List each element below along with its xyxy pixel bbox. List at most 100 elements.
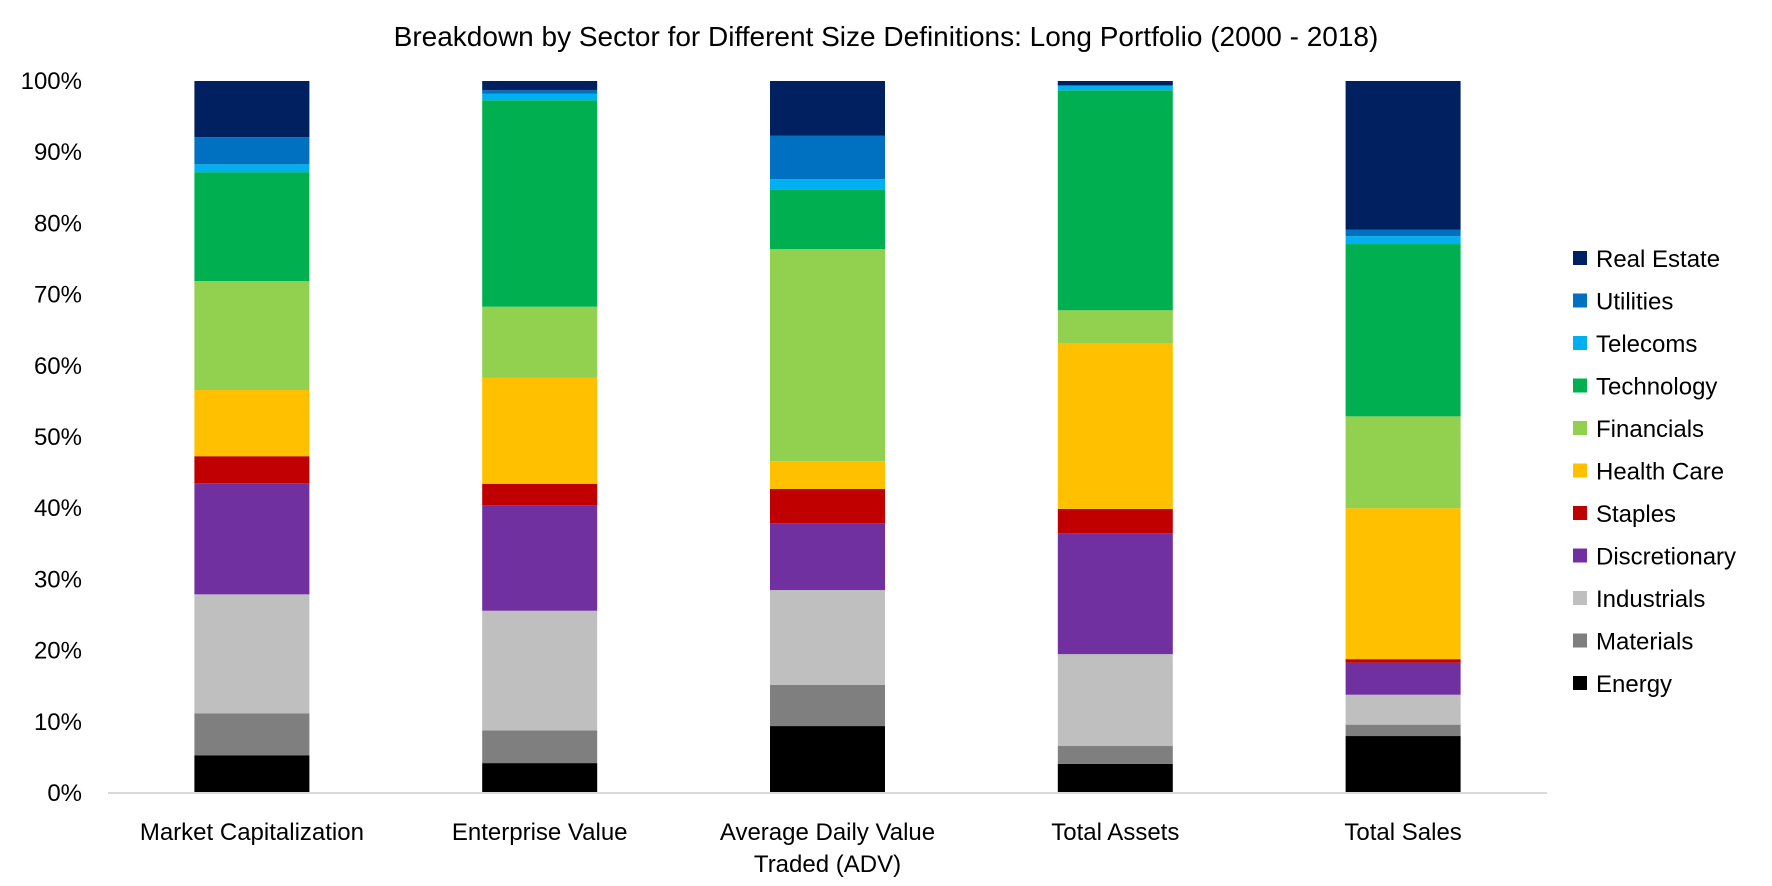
bar-segment-materials [482, 730, 598, 764]
bar-segment-financials [194, 281, 310, 391]
bar-segment-health-care [1345, 508, 1461, 660]
bar-segment-materials [1345, 724, 1461, 737]
legend-swatch [1573, 421, 1587, 435]
legend-label: Discretionary [1596, 544, 1736, 571]
legend-swatch [1573, 506, 1587, 520]
bar-segment-energy [1057, 763, 1173, 793]
bar-segment-energy [770, 726, 885, 793]
legend-label: Materials [1596, 629, 1693, 656]
bar-segment-staples [1345, 659, 1461, 663]
bar-segment-telecoms [1057, 85, 1173, 91]
bar-segment-staples [482, 483, 598, 506]
legend-swatch [1573, 251, 1587, 265]
legend-item: Discretionary [1573, 544, 1736, 571]
bar-segment-technology [1345, 244, 1461, 417]
bar-segment-industrials [194, 594, 310, 714]
bar-segment-financials [1057, 310, 1173, 344]
bar-segment-financials [770, 249, 885, 462]
bar-segment-staples [1057, 508, 1173, 534]
legend-swatch [1573, 633, 1587, 648]
bar-segment-telecoms [482, 93, 598, 101]
bar-segment-financials [482, 306, 598, 378]
legend-item: Real Estate [1573, 246, 1720, 273]
legend-swatch [1573, 336, 1587, 350]
bar-segment-materials [1057, 746, 1173, 764]
bar-segment-energy [1345, 736, 1461, 793]
bar-segment-financials [1345, 416, 1461, 509]
y-tick-label: 60% [34, 353, 82, 380]
legend-item: Energy [1573, 671, 1672, 698]
bar-segment-materials [770, 684, 885, 727]
bar-segment-energy [482, 763, 598, 793]
y-axis-ticks: 0% 10% 20% 30% 40% 50% 60% 70% 80% 90% 100% [21, 68, 82, 807]
legend-swatch [1573, 676, 1587, 690]
bar-segment-real-estate [482, 81, 598, 91]
bar-segment-discretionary [1345, 662, 1461, 695]
bar-stack [482, 81, 598, 793]
legend-swatch [1573, 463, 1587, 478]
x-tick-label: Total Assets [1051, 819, 1179, 846]
y-tick-label: 90% [34, 139, 82, 166]
bar-segment-discretionary [770, 523, 885, 591]
bar-segment-staples [770, 488, 885, 524]
bar-segment-industrials [1345, 694, 1461, 725]
x-tick-label: Market Capitalization [140, 819, 364, 846]
legend-label: Financials [1596, 416, 1704, 443]
legend: Real Estate Utilities Telecoms Technology Fi… [1573, 246, 1736, 698]
legend-label: Staples [1596, 501, 1676, 528]
legend-label: Technology [1596, 374, 1717, 401]
bar-segment-industrials [770, 590, 885, 685]
legend-item: Industrials [1573, 586, 1705, 613]
y-tick-label: 40% [34, 495, 82, 522]
bar-segment-utilities [1057, 85, 1173, 86]
legend-item: Telecoms [1573, 331, 1697, 358]
y-tick-label: 30% [34, 566, 82, 593]
y-tick-label: 50% [34, 424, 82, 451]
legend-label: Utilities [1596, 289, 1673, 316]
y-tick-label: 10% [34, 709, 82, 736]
y-tick-label: 0% [47, 780, 82, 807]
bar-segment-utilities [770, 135, 885, 180]
bar-segment-utilities [194, 137, 310, 165]
bar-stack [1345, 81, 1461, 793]
bar-segment-discretionary [482, 505, 598, 611]
legend-swatch [1573, 378, 1587, 393]
y-tick-label: 80% [34, 210, 82, 237]
bar-segment-energy [194, 755, 310, 793]
legend-item: Utilities [1573, 289, 1673, 316]
bar-segment-real-estate [770, 81, 885, 136]
bar-segment-utilities [482, 90, 598, 94]
bar-segment-health-care [194, 390, 310, 457]
bar-segment-technology [194, 172, 310, 282]
chart-title: Breakdown by Sector for Different Size D… [394, 21, 1379, 52]
bar-stack [1057, 81, 1173, 793]
bar-segment-health-care [770, 461, 885, 489]
bar-segment-technology [482, 100, 598, 307]
x-axis-labels: Market Capitalization Enterprise Value Ave… [140, 819, 1462, 878]
bar-segment-telecoms [1345, 236, 1461, 245]
legend-item: Materials [1573, 629, 1693, 656]
legend-swatch [1573, 591, 1587, 605]
stacked-bar-chart: Breakdown by Sector for Different Size D… [21, 21, 1736, 878]
bar-segment-health-care [1057, 343, 1173, 509]
bar-segment-telecoms [770, 179, 885, 190]
bar-segment-technology [770, 189, 885, 250]
legend-label: Real Estate [1596, 246, 1720, 273]
legend-swatch [1573, 548, 1587, 563]
bar-segment-industrials [482, 610, 598, 731]
bar-segment-real-estate [1057, 81, 1173, 86]
bar-segment-materials [194, 713, 310, 756]
bar-segment-real-estate [194, 81, 310, 138]
legend-item: Staples [1573, 501, 1676, 528]
x-tick-label: Average Daily Value Traded (ADV) [720, 819, 935, 878]
bars [194, 81, 1461, 793]
bar-segment-health-care [482, 377, 598, 484]
legend-label: Health Care [1596, 459, 1724, 486]
x-tick-label: Total Sales [1344, 819, 1461, 846]
y-tick-label: 70% [34, 282, 82, 309]
legend-label: Industrials [1596, 586, 1705, 613]
legend-swatch [1573, 293, 1587, 308]
x-tick-label: Enterprise Value [452, 819, 628, 846]
bar-segment-technology [1057, 90, 1173, 311]
legend-item: Health Care [1573, 459, 1724, 486]
